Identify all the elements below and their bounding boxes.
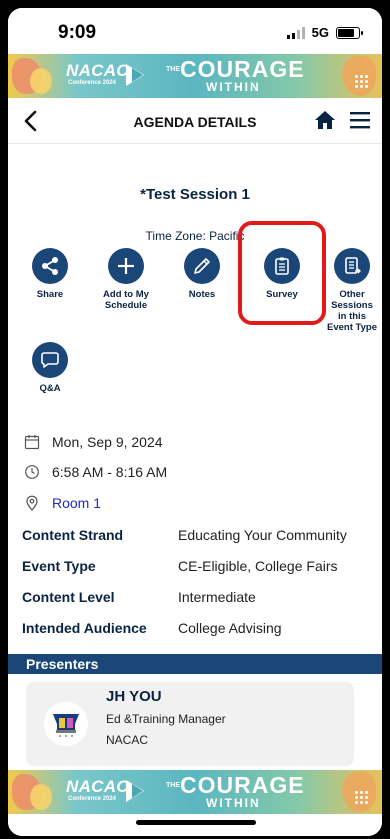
session-date: Mon, Sep 9, 2024: [52, 434, 163, 450]
survey-highlight-box: [238, 221, 326, 325]
banner-within: WITHIN: [206, 796, 261, 810]
app-header: AGENDA DETAILS: [8, 98, 382, 144]
other-sessions-button[interactable]: Other Sessions in this Event Type: [322, 248, 382, 333]
home-indicator[interactable]: [136, 820, 256, 825]
pencil-icon: [184, 248, 220, 284]
conference-banner-top: NACAC Conference 2024 THE COURAGE WITHIN: [8, 54, 382, 98]
qa-label: Q&A: [39, 383, 61, 394]
presenters-heading: Presenters: [26, 656, 99, 672]
calendar-icon: [24, 435, 40, 450]
detail-value: College Advising: [178, 620, 282, 636]
session-time: 6:58 AM - 8:16 AM: [52, 464, 168, 480]
home-indicator-area: [8, 814, 382, 836]
detail-key: Intended Audience: [22, 620, 147, 636]
detail-key: Content Level: [22, 589, 115, 605]
notes-button[interactable]: Notes: [166, 248, 238, 300]
hamburger-menu-icon[interactable]: [350, 111, 370, 129]
room-row[interactable]: Room 1: [24, 495, 101, 511]
presenter-role: Ed &Training Manager: [106, 712, 226, 726]
document-list-icon: [334, 248, 370, 284]
session-title: *Test Session 1: [140, 186, 250, 203]
room-link[interactable]: Room 1: [52, 495, 101, 511]
date-row: Mon, Sep 9, 2024: [24, 434, 163, 450]
signal-icon: [286, 26, 305, 39]
share-icon: [32, 248, 68, 284]
banner-courage: COURAGE: [180, 56, 305, 82]
banner-the: THE: [166, 66, 180, 73]
chat-bubble-icon: [32, 342, 68, 378]
conference-banner-bottom: NACAC Conference 2024 THE COURAGE WITHIN: [8, 770, 382, 814]
presenters-header: Presenters: [8, 654, 382, 674]
phone-screen: 9:09 5G NACAC Conference 2024 THE COURAG…: [8, 8, 382, 836]
add-to-schedule-button[interactable]: Add to My Schedule: [90, 248, 162, 311]
banner-org: NACAC: [66, 777, 129, 796]
add-to-schedule-label: Add to My Schedule: [103, 289, 149, 311]
detail-value: CE-Eligible, College Fairs: [178, 558, 338, 574]
presenter-name: JH YOU: [106, 688, 162, 705]
time-row: 6:58 AM - 8:16 AM: [24, 464, 167, 480]
status-bar: 9:09 5G: [8, 8, 382, 54]
network-label: 5G: [311, 25, 329, 40]
clock-icon: [25, 465, 39, 479]
banner-org: NACAC: [66, 61, 129, 80]
other-sessions-label: Other Sessions in this Event Type: [327, 289, 377, 333]
location-pin-icon: [26, 495, 38, 511]
banner-courage: COURAGE: [180, 772, 305, 798]
detail-value: Educating Your Community: [178, 527, 347, 543]
banner-conference: Conference 2024: [68, 796, 117, 802]
detail-key: Content Strand: [22, 527, 124, 543]
status-time: 9:09: [58, 22, 97, 43]
detail-value: Intermediate: [178, 589, 256, 605]
qa-button[interactable]: Q&A: [14, 342, 86, 394]
presenter-org: NACAC: [106, 733, 149, 747]
banner-the: THE: [166, 782, 180, 789]
detail-key: Event Type: [22, 558, 96, 574]
notes-label: Notes: [188, 289, 216, 300]
avatar: [44, 702, 88, 746]
battery-icon: [336, 26, 363, 39]
share-button[interactable]: Share: [14, 248, 86, 300]
presenter-card[interactable]: JH YOU Ed &Training Manager NACAC: [26, 682, 354, 766]
share-label: Share: [36, 289, 64, 300]
banner-within: WITHIN: [206, 80, 261, 94]
home-icon[interactable]: [314, 110, 336, 130]
banner-conference: Conference 2024: [68, 80, 117, 86]
plus-icon: [108, 248, 144, 284]
